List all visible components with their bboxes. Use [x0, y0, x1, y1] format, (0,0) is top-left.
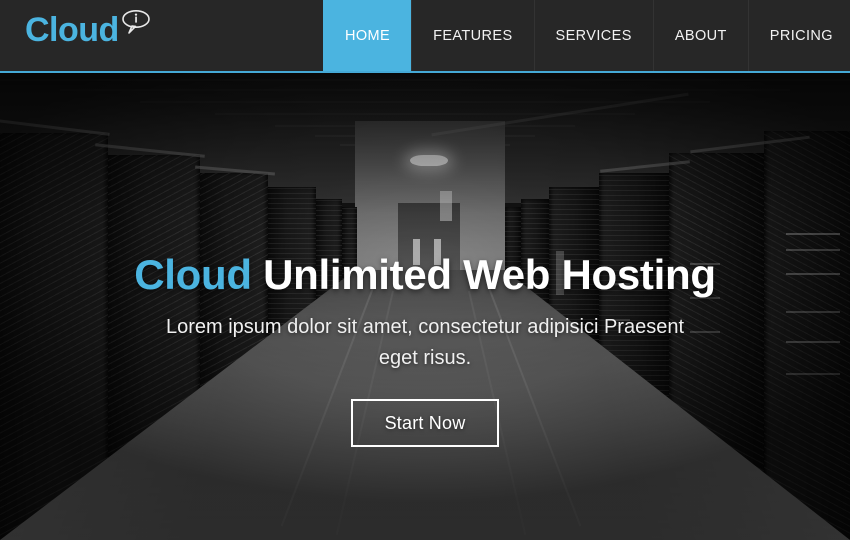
site-logo[interactable]: Cloud — [25, 9, 151, 51]
nav-label: SERVICES — [555, 27, 632, 44]
hero-subtitle: Lorem ipsum dolor sit amet, consectetur … — [145, 312, 705, 374]
nav-item-pricing[interactable]: PRICING — [747, 0, 850, 71]
nav-item-services[interactable]: SERVICES — [533, 0, 653, 71]
hero-title-accent: Cloud — [134, 251, 252, 298]
info-speech-bubble-icon — [121, 9, 151, 35]
hero-subtitle-line1: Lorem ipsum dolor sit amet, consectetur … — [165, 316, 599, 338]
nav-label: HOME — [344, 27, 391, 44]
hero-section: Cloud Unlimited Web Hosting Lorem ipsum … — [0, 73, 850, 540]
hero-title-rest: Unlimited Web Hosting — [251, 251, 716, 298]
start-now-button[interactable]: Start Now — [351, 399, 499, 447]
nav-item-about[interactable]: ABOUT — [652, 0, 748, 71]
nav-label: ABOUT — [674, 27, 727, 44]
main-navigation: HOME FEATURES SERVICES ABOUT PRICING — [322, 0, 850, 71]
site-header: Cloud HOME FEATURES SERVICES ABOUT PRICI… — [0, 0, 850, 73]
nav-item-home[interactable]: HOME — [322, 0, 412, 71]
logo-text: Cloud — [25, 11, 119, 49]
nav-label: FEATURES — [433, 27, 513, 44]
nav-item-features[interactable]: FEATURES — [411, 0, 533, 71]
page-root: Cloud HOME FEATURES SERVICES ABOUT PRICI… — [0, 0, 850, 540]
nav-label: PRICING — [769, 27, 833, 44]
hero-title: Cloud Unlimited Web Hosting — [134, 250, 716, 300]
hero-content: Cloud Unlimited Web Hosting Lorem ipsum … — [0, 73, 850, 540]
